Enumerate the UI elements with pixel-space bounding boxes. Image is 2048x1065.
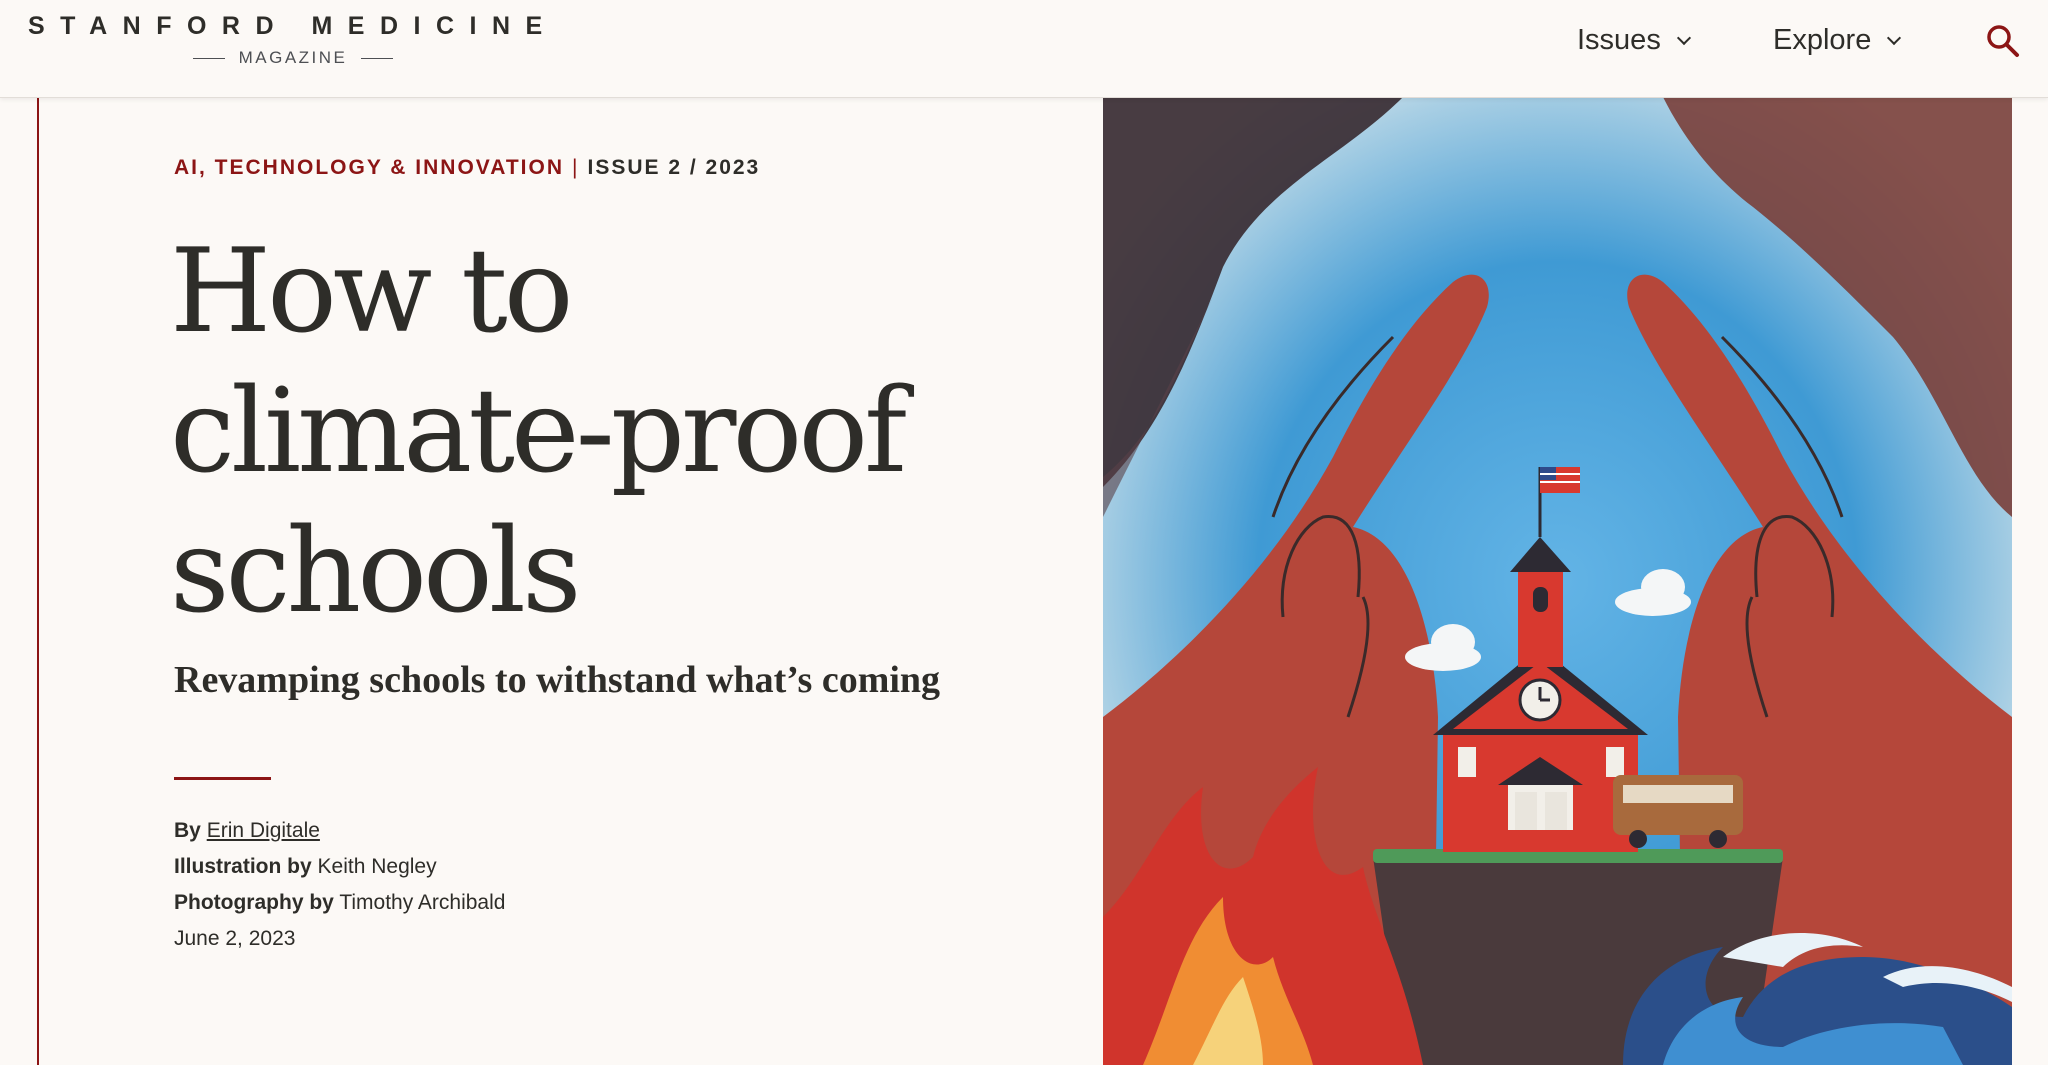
article-subtitle: Revamping schools to withstand what’s co… xyxy=(174,659,941,701)
hero-illustration xyxy=(1103,97,2012,1065)
chevron-down-icon xyxy=(1887,30,1902,46)
chevron-down-icon xyxy=(1676,30,1691,46)
title-line: schools xyxy=(170,504,582,639)
author-link[interactable]: Erin Digitale xyxy=(207,819,320,842)
site-header: STANFORD MEDICINE MAGAZINE Issues Explor… xyxy=(0,0,2048,98)
byline-divider xyxy=(174,777,271,780)
logo-rule-right xyxy=(361,58,394,60)
nav-issues-label: Issues xyxy=(1577,24,1661,56)
schoolhouse-illustration xyxy=(1103,97,2012,1065)
accent-vertical-rule xyxy=(37,97,39,1065)
kicker-separator: | xyxy=(572,156,580,179)
search-icon xyxy=(1987,25,2019,57)
logo-subtitle-text: MAGAZINE xyxy=(238,48,348,67)
logo-title: STANFORD MEDICINE xyxy=(28,12,558,40)
issue-link[interactable]: ISSUE 2 / 2023 xyxy=(587,156,760,179)
photography-label: Photography by xyxy=(174,891,334,914)
search-button[interactable] xyxy=(1986,24,2020,58)
title-line: How to xyxy=(170,224,574,359)
nav-explore-label: Explore xyxy=(1773,24,1872,56)
photographer-name: Timothy Archibald xyxy=(339,891,506,914)
photography-row: Photography by Timothy Archibald xyxy=(174,885,505,921)
nav-issues[interactable]: Issues xyxy=(1577,20,1691,60)
article-kicker: AI, TECHNOLOGY & INNOVATION | ISSUE 2 / 20… xyxy=(174,156,760,180)
topic-link[interactable]: AI, TECHNOLOGY & INNOVATION xyxy=(174,156,564,179)
logo-rule-left xyxy=(192,58,225,60)
by-label: By xyxy=(174,819,201,842)
logo-subtitle: MAGAZINE xyxy=(28,48,558,68)
illustration-row: Illustration by Keith Negley xyxy=(174,849,505,885)
article-byline: By Erin Digitale Illustration by Keith N… xyxy=(174,813,505,957)
title-line: climate-proof xyxy=(170,364,907,499)
site-logo[interactable]: STANFORD MEDICINE MAGAZINE xyxy=(28,12,558,67)
illustrator-name: Keith Negley xyxy=(317,855,437,878)
nav-explore[interactable]: Explore xyxy=(1773,20,1902,60)
illustration-label: Illustration by xyxy=(174,855,312,878)
article-title: How to climate-proof schools xyxy=(170,222,1070,642)
author-row: By Erin Digitale xyxy=(174,813,505,849)
publish-date: June 2, 2023 xyxy=(174,927,296,950)
